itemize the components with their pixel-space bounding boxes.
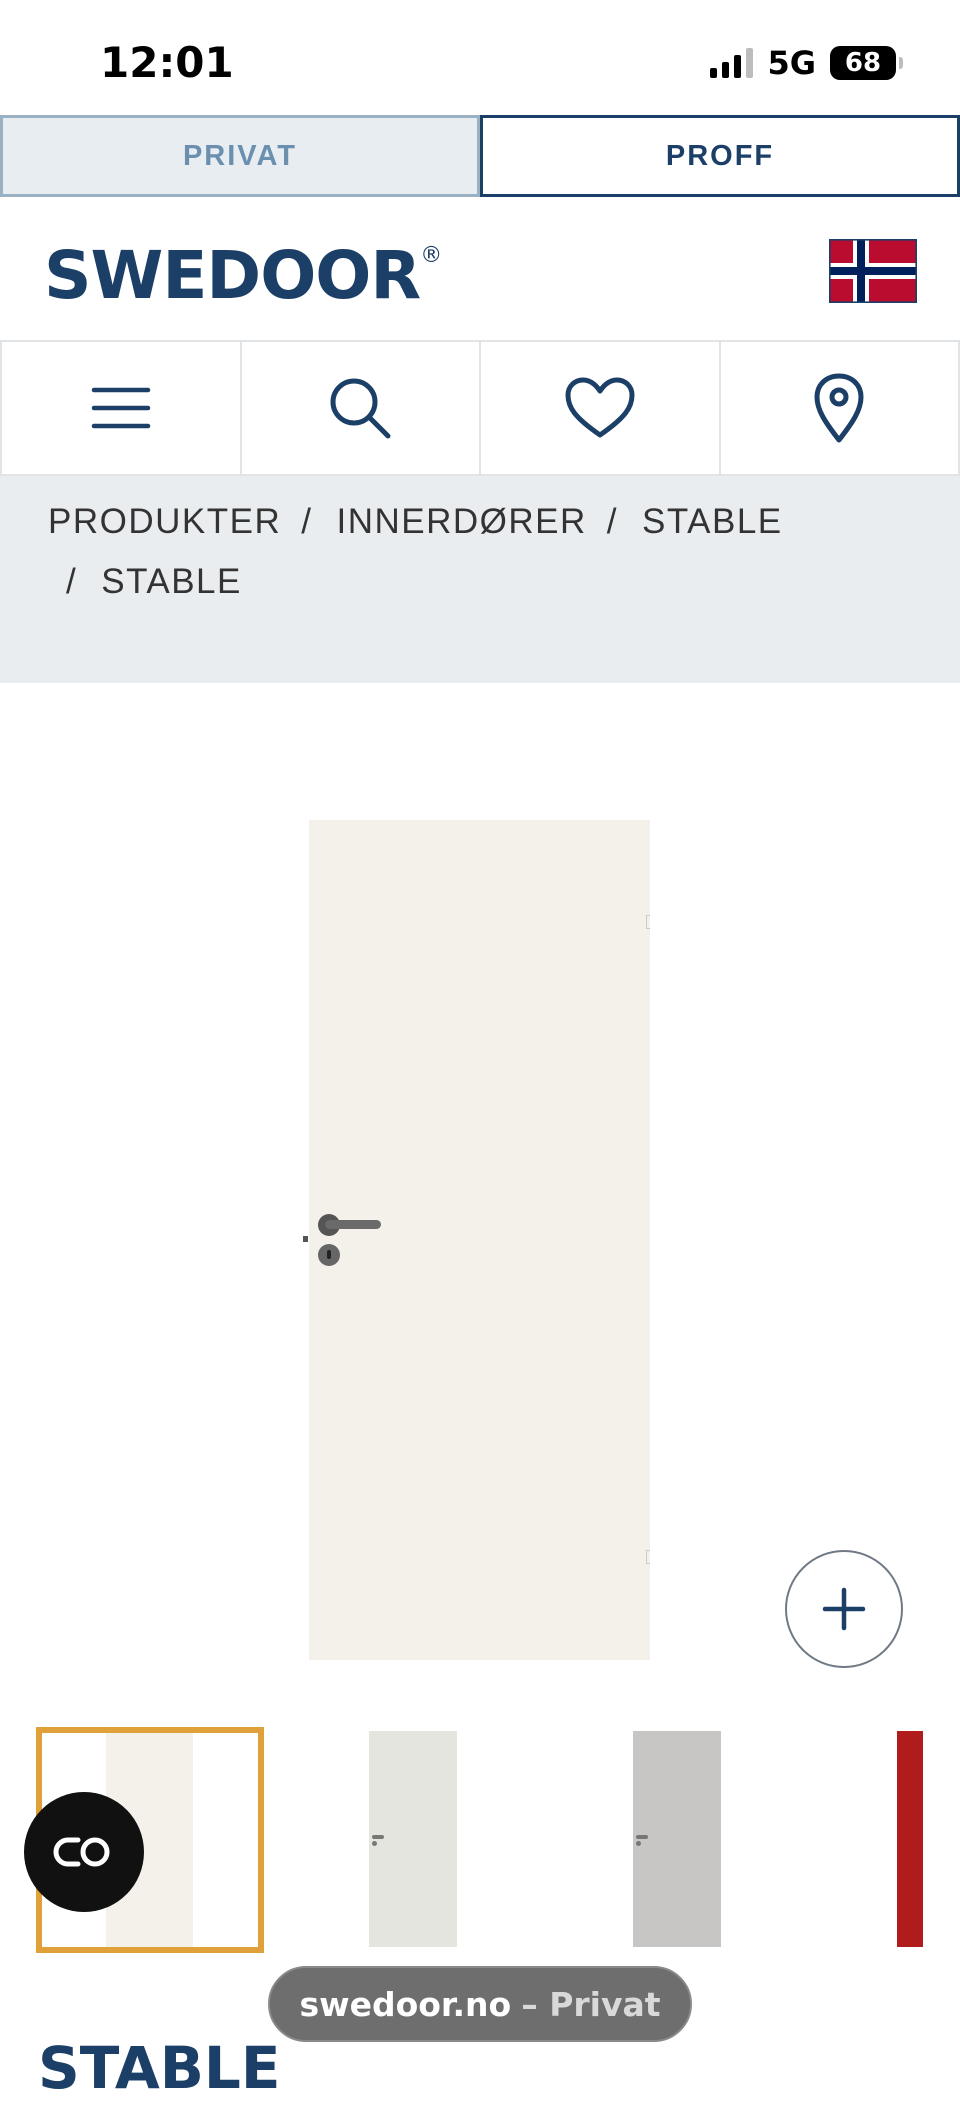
site-header: SWEDOOR® (0, 197, 960, 340)
breadcrumb: PRODUKTER / INNERDØRER / STABLE / STABLE (0, 476, 960, 683)
audience-toggle: PRIVAT PROFF (0, 115, 960, 197)
zoom-button[interactable] (785, 1550, 903, 1668)
menu-icon (91, 385, 151, 431)
proff-tab[interactable]: PROFF (480, 115, 960, 197)
breadcrumb-separator: / (301, 502, 312, 541)
breadcrumb-line-2: / STABLE (48, 552, 920, 612)
chat-link-icon (52, 1834, 116, 1870)
search-icon (328, 376, 392, 440)
door-hinge (646, 1550, 650, 1564)
swedoor-logo[interactable]: SWEDOOR® (44, 237, 441, 314)
registered-mark: ® (420, 243, 441, 268)
door-handle (325, 1220, 381, 1229)
norway-flag-icon[interactable] (824, 239, 922, 303)
thumbnail-keyhole (372, 1841, 377, 1846)
door-keyhole (318, 1244, 340, 1266)
breadcrumb-link-stable[interactable]: STABLE (642, 502, 783, 541)
product-title: STABLE (38, 2034, 281, 2102)
thumbnail-keyhole (636, 1841, 641, 1846)
icon-navigation (0, 340, 960, 476)
thumbnail[interactable] (897, 1731, 923, 1947)
thumbnail-handle (372, 1835, 384, 1839)
store-locator-button[interactable] (721, 342, 960, 474)
network-label: 5G (767, 44, 816, 82)
thumbnail-handle (636, 1835, 648, 1839)
breadcrumb-line-1: PRODUKTER / INNERDØRER / STABLE (48, 492, 920, 552)
thumbnail[interactable] (369, 1731, 457, 1947)
url-suffix: – Privat (521, 1985, 660, 2024)
signal-icon (710, 48, 753, 78)
logo-text: SWEDOOR (44, 237, 420, 314)
door-hinge (646, 915, 650, 929)
breadcrumb-link-produkter[interactable]: PRODUKTER (48, 502, 281, 541)
menu-button[interactable] (0, 342, 242, 474)
browser-url-bar[interactable]: swedoor.no – Privat (268, 1966, 692, 2042)
location-pin-icon (813, 372, 865, 444)
thumbnail[interactable] (633, 1731, 721, 1947)
breadcrumb-separator: / (66, 562, 77, 601)
chat-button[interactable] (24, 1792, 144, 1912)
breadcrumb-link-innerdorer[interactable]: INNERDØRER (336, 502, 586, 541)
breadcrumb-current: STABLE (101, 562, 242, 601)
battery-icon: 68 (830, 46, 896, 80)
url-domain: swedoor.no (299, 1985, 511, 2024)
privat-tab[interactable]: PRIVAT (0, 115, 480, 197)
status-indicators: 5G 68 (710, 44, 896, 82)
plus-icon (822, 1587, 866, 1631)
status-time: 12:01 (100, 38, 234, 87)
product-main-image[interactable] (309, 820, 650, 1660)
status-bar: 12:01 5G 68 (0, 0, 960, 115)
favorites-button[interactable] (481, 342, 721, 474)
breadcrumb-separator: / (607, 502, 618, 541)
door-latch (303, 1236, 308, 1242)
search-button[interactable] (242, 342, 482, 474)
battery-level: 68 (845, 48, 881, 78)
heart-icon (564, 377, 636, 439)
